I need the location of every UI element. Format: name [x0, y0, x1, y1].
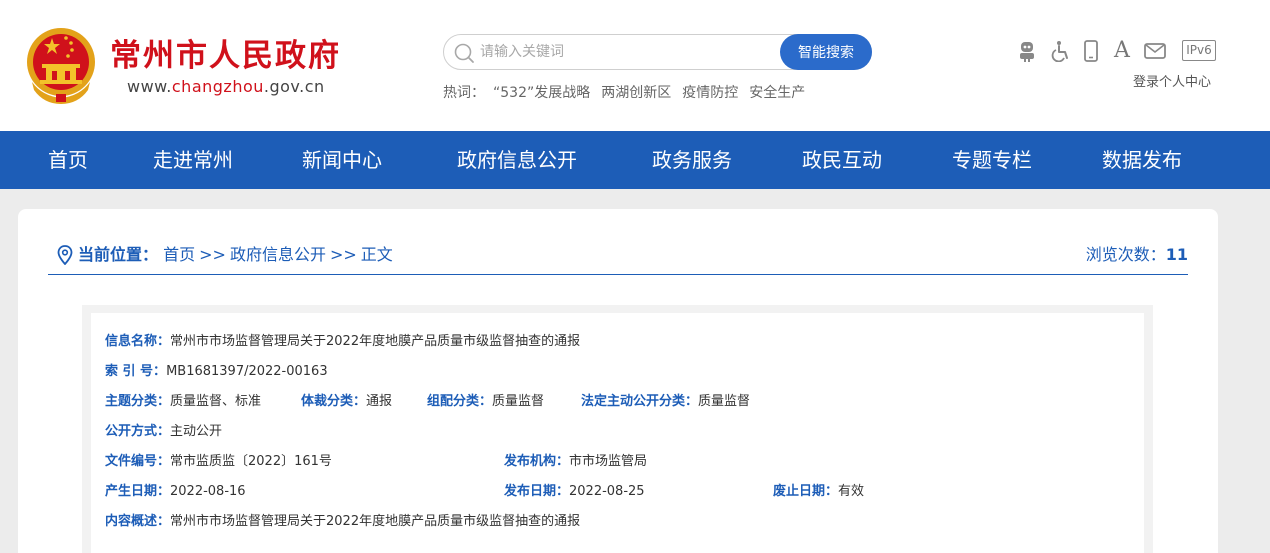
national-emblem-icon[interactable] [22, 24, 100, 106]
field-value: 市市场监管局 [569, 454, 648, 469]
field-value: 质量监督 [492, 394, 545, 409]
info-table: 信息名称：常州市市场监督管理局关于2022年度地膜产品质量市级监督抽查的通报 索… [91, 313, 1144, 553]
mail-icon [1144, 43, 1166, 59]
field-label: 索 引 号： [105, 364, 167, 379]
info-field: 废止日期：有效 [773, 477, 864, 507]
field-label: 组配分类： [427, 394, 493, 409]
field-label: 产生日期： [105, 484, 171, 499]
field-label: 文件编号： [105, 454, 171, 469]
content-card: 当前位置： 首页 >> 政府信息公开 >> 正文 浏览次数：11 信息名称：常州市市场监… [18, 209, 1218, 553]
search-box: 智能搜索 [443, 34, 872, 70]
breadcrumb-gov-info[interactable]: 政府信息公开 [230, 245, 326, 264]
info-field: 产生日期：2022-08-16 [105, 477, 246, 507]
accessibility-icon [1051, 41, 1068, 62]
info-field: 内容概述：常州市市场监督管理局关于2022年度地膜产品质量市级监督抽查的通报 [105, 507, 580, 537]
site-header: 常州市人民政府 www.changzhou.gov.cn 智能搜索 热词： “53… [0, 0, 1270, 131]
field-label: 发布日期： [504, 484, 570, 499]
info-field: 信息名称：常州市市场监督管理局关于2022年度地膜产品质量市级监督抽查的通报 [105, 327, 580, 357]
hotword-link[interactable]: 安全生产 [749, 85, 805, 101]
info-field: 索 引 号：MB1681397/2022-00163 [105, 357, 328, 387]
info-field: 法定主动公开分类：质量监督 [581, 387, 750, 417]
breadcrumb-bar: 当前位置： 首页 >> 政府信息公开 >> 正文 浏览次数：11 [48, 239, 1188, 275]
field-value: 常州市市场监督管理局关于2022年度地膜产品质量市级监督抽查的通报 [170, 334, 581, 349]
hotword-link[interactable]: 两湖创新区 [601, 85, 671, 101]
breadcrumb-separator: >> [199, 245, 226, 264]
hotwords: 热词： “532”发展战略 两湖创新区 疫情防控 安全生产 [443, 83, 816, 103]
nav-item-about[interactable]: 走进常州 [153, 131, 233, 189]
nav-item-home[interactable]: 首页 [48, 131, 88, 189]
mail-button[interactable] [1142, 38, 1168, 64]
field-label: 废止日期： [773, 484, 839, 499]
nav-item-gov-info[interactable]: 政府信息公开 [457, 131, 577, 189]
robot-button[interactable] [1014, 38, 1040, 64]
info-field: 发布日期：2022-08-25 [504, 477, 645, 507]
info-field: 文件编号：常市监质监〔2022〕161号 [105, 447, 332, 477]
breadcrumb-current: 正文 [360, 245, 393, 264]
info-field: 组配分类：质量监督 [427, 387, 544, 417]
field-value: 2022-08-25 [569, 484, 645, 499]
login-link[interactable]: 登录个人中心 [1133, 74, 1211, 92]
font-size-button[interactable]: A [1109, 38, 1135, 64]
field-label: 信息名称： [105, 334, 171, 349]
field-value: 常市监质监〔2022〕161号 [170, 454, 332, 469]
nav-item-services[interactable]: 政务服务 [652, 131, 732, 189]
header-tools: A IPv6 [1014, 38, 1224, 64]
hotwords-label: 热词： [443, 85, 485, 101]
view-count-label: 浏览次数： [1085, 245, 1166, 264]
field-label: 发布机构： [504, 454, 570, 469]
hotword-link[interactable]: “532”发展战略 [493, 85, 590, 101]
info-field: 主题分类：质量监督、标准 [105, 387, 261, 417]
field-value: 主动公开 [170, 424, 223, 439]
field-label: 内容概述： [105, 514, 171, 529]
field-value: 质量监督 [698, 394, 751, 409]
site-url[interactable]: www.changzhou.gov.cn [127, 77, 325, 97]
info-field: 体裁分类：通报 [301, 387, 392, 417]
nav-item-data[interactable]: 数据发布 [1102, 131, 1182, 189]
info-field: 发布机构：市市场监管局 [504, 447, 647, 477]
field-value: 质量监督、标准 [170, 394, 262, 409]
info-row-dates: 产生日期：2022-08-16 发布日期：2022-08-25 废止日期：有效 [105, 477, 1135, 507]
view-count: 浏览次数：11 [1086, 243, 1188, 267]
search-icon [454, 43, 474, 63]
field-value: 常州市市场监督管理局关于2022年度地膜产品质量市级监督抽查的通报 [170, 514, 581, 529]
field-label: 主题分类： [105, 394, 171, 409]
ipv6-icon[interactable]: IPv6 [1182, 40, 1216, 61]
mobile-icon [1084, 40, 1098, 62]
search-input[interactable] [480, 36, 770, 68]
url-suffix: .gov.cn [263, 77, 325, 96]
breadcrumb-label: 当前位置： [78, 245, 159, 264]
site-title[interactable]: 常州市人民政府 [110, 36, 341, 76]
nav-item-news[interactable]: 新闻中心 [302, 131, 382, 189]
main-nav: 首页 走进常州 新闻中心 政府信息公开 政务服务 政民互动 专题专栏 数据发布 [0, 131, 1270, 189]
font-size-icon: A [1114, 38, 1130, 63]
info-field: 公开方式：主动公开 [105, 417, 222, 447]
field-value: MB1681397/2022-00163 [166, 364, 328, 379]
info-table-frame: 信息名称：常州市市场监督管理局关于2022年度地膜产品质量市级监督抽查的通报 索… [82, 305, 1153, 553]
field-label: 法定主动公开分类： [581, 394, 699, 409]
nav-item-interaction[interactable]: 政民互动 [802, 131, 882, 189]
field-label: 公开方式： [105, 424, 171, 439]
breadcrumb: 当前位置： 首页 >> 政府信息公开 >> 正文 [78, 243, 393, 267]
breadcrumb-separator: >> [329, 245, 357, 264]
accessibility-button[interactable] [1048, 38, 1074, 64]
field-value: 有效 [838, 484, 865, 499]
nav-item-topics[interactable]: 专题专栏 [952, 131, 1032, 189]
view-count-value: 11 [1165, 245, 1188, 264]
robot-icon [1020, 42, 1034, 62]
field-value: 2022-08-16 [170, 484, 246, 499]
location-pin-icon [57, 245, 73, 265]
search-button[interactable]: 智能搜索 [780, 34, 872, 70]
url-highlight: changzhou [171, 77, 264, 96]
info-row-docno: 文件编号：常市监质监〔2022〕161号 发布机构：市市场监管局 [105, 447, 1135, 477]
info-row-categories: 主题分类：质量监督、标准 体裁分类：通报 组配分类：质量监督 法定主动公开分类：… [105, 387, 1135, 417]
mobile-button[interactable] [1078, 38, 1104, 64]
breadcrumb-home[interactable]: 首页 [163, 245, 195, 264]
url-prefix: www. [127, 77, 172, 96]
field-label: 体裁分类： [301, 394, 367, 409]
hotword-link[interactable]: 疫情防控 [682, 85, 738, 101]
field-value: 通报 [366, 394, 393, 409]
